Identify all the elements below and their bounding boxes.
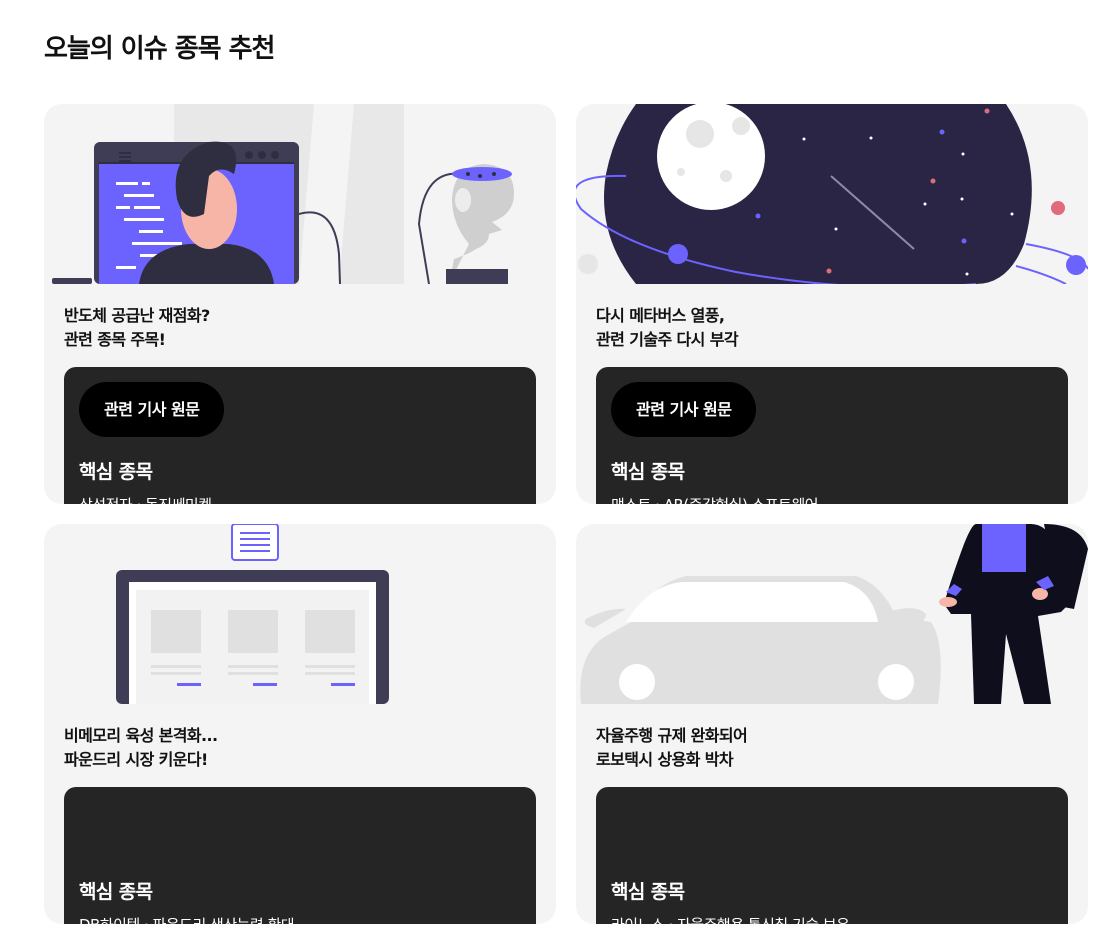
card-illustration-browser xyxy=(44,524,556,704)
card-headline: 반도체 공급난 재점화? 관련 종목 주목! xyxy=(64,304,210,352)
key-stocks-title: 핵심 종목 xyxy=(611,881,685,903)
key-stocks-list: 삼성전자 · 동진쎄미켐 xyxy=(79,494,212,504)
issue-card-autonomous[interactable]: 자율주행 규제 완화되어 로보택시 상용화 박차 핵심 종목 라이노스 · 자율… xyxy=(576,524,1088,924)
key-stocks-panel: 관련 기사 원문 핵심 종목 삼성전자 · 동진쎄미켐 xyxy=(64,367,536,504)
card-headline-line-1: 비메모리 육성 본격화... xyxy=(64,726,218,745)
key-stocks-list: 맥스트 · AR(증강현실) 소프트웨어 xyxy=(611,494,819,504)
card-headline-line-2: 로보택시 상용화 박차 xyxy=(596,750,734,769)
issue-card-semiconductor[interactable]: 반도체 공급난 재점화? 관련 종목 주목! 관련 기사 원문 핵심 종목 삼성… xyxy=(44,104,556,504)
key-stocks-list: DB하이텍 · 파운드리 생산능력 확대 xyxy=(79,914,295,924)
issue-card-foundry[interactable]: 비메모리 육성 본격화... 파운드리 시장 키운다! 핵심 종목 DB하이텍 … xyxy=(44,524,556,924)
card-headline-line-1: 자율주행 규제 완화되어 xyxy=(596,726,748,745)
card-headline: 자율주행 규제 완화되어 로보택시 상용화 박차 xyxy=(596,724,748,772)
key-stocks-list: 라이노스 · 자율주행용 통신칩 기술 보유 xyxy=(611,914,850,924)
key-stocks-title: 핵심 종목 xyxy=(79,881,153,903)
issue-card-metaverse[interactable]: 다시 메타버스 열풍, 관련 기술주 다시 부각 관련 기사 원문 핵심 종목 … xyxy=(576,104,1088,504)
key-stocks-title: 핵심 종목 xyxy=(79,461,153,483)
article-source-button[interactable]: 관련 기사 원문 xyxy=(611,382,757,437)
key-stocks-title: 핵심 종목 xyxy=(611,461,685,483)
card-illustration-space xyxy=(576,104,1088,284)
article-source-button[interactable]: 관련 기사 원문 xyxy=(79,382,225,437)
key-stocks-panel: 핵심 종목 라이노스 · 자율주행용 통신칩 기술 보유 xyxy=(596,787,1068,924)
card-illustration-developer xyxy=(44,104,556,284)
card-headline-line-1: 다시 메타버스 열풍, xyxy=(596,306,725,325)
key-stocks-panel: 핵심 종목 DB하이텍 · 파운드리 생산능력 확대 xyxy=(64,787,536,924)
card-headline-line-2: 파운드리 시장 키운다! xyxy=(64,750,208,769)
card-illustration-car xyxy=(576,524,1088,704)
card-headline: 비메모리 육성 본격화... 파운드리 시장 키운다! xyxy=(64,724,218,772)
page-title: 오늘의 이슈 종목 추천 xyxy=(44,34,275,64)
card-headline-line-1: 반도체 공급난 재점화? xyxy=(64,306,210,325)
card-headline: 다시 메타버스 열풍, 관련 기술주 다시 부각 xyxy=(596,304,739,352)
key-stocks-panel: 관련 기사 원문 핵심 종목 맥스트 · AR(증강현실) 소프트웨어 xyxy=(596,367,1068,504)
card-headline-line-2: 관련 종목 주목! xyxy=(64,330,166,349)
card-headline-line-2: 관련 기술주 다시 부각 xyxy=(596,330,739,349)
